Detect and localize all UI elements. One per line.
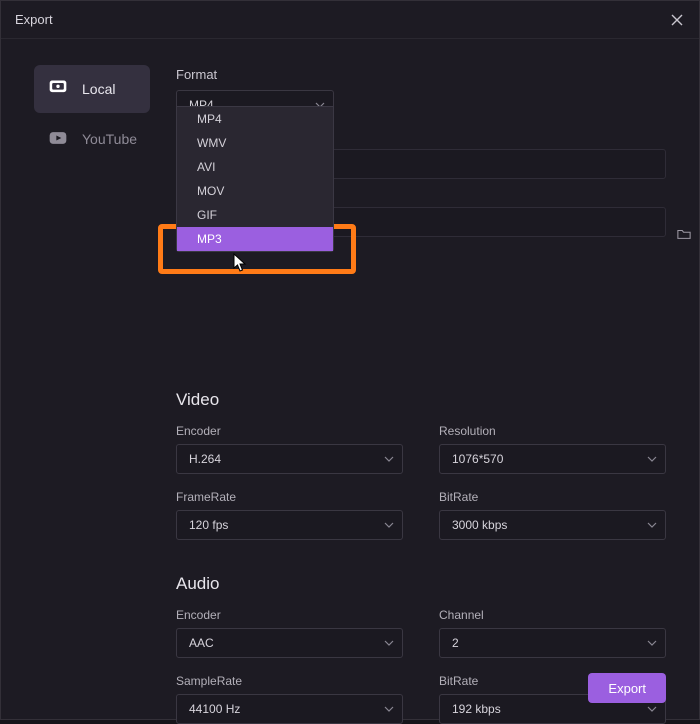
bitrate-label: BitRate bbox=[439, 490, 666, 504]
export-dialog: Export Local YouTube Format bbox=[0, 0, 700, 720]
audio-channel-value: 2 bbox=[452, 636, 459, 650]
chevron-down-icon bbox=[384, 454, 394, 464]
format-option-avi[interactable]: AVI bbox=[177, 155, 333, 179]
video-encoder-select[interactable]: H.264 bbox=[176, 444, 403, 474]
samplerate-label: SampleRate bbox=[176, 674, 403, 688]
close-icon[interactable] bbox=[669, 12, 685, 28]
chevron-down-icon bbox=[384, 704, 394, 714]
titlebar: Export bbox=[1, 1, 699, 39]
chevron-down-icon bbox=[647, 520, 657, 530]
video-framerate-select[interactable]: 120 fps bbox=[176, 510, 403, 540]
chevron-down-icon bbox=[647, 638, 657, 648]
channel-label: Channel bbox=[439, 608, 666, 622]
export-button[interactable]: Export bbox=[588, 673, 666, 703]
encoder-label: Encoder bbox=[176, 424, 403, 438]
audio-section-title: Audio bbox=[176, 574, 666, 594]
main-panel: Format MP4 MP4 WMV AVI MOV GIF MP3 bbox=[176, 39, 699, 719]
audio-encoder-value: AAC bbox=[189, 636, 214, 650]
resolution-label: Resolution bbox=[439, 424, 666, 438]
video-encoder-value: H.264 bbox=[189, 452, 221, 466]
video-resolution-value: 1076*570 bbox=[452, 452, 503, 466]
monitor-icon bbox=[48, 78, 68, 101]
sidebar-item-youtube[interactable]: YouTube bbox=[34, 115, 150, 163]
video-bitrate-value: 3000 kbps bbox=[452, 518, 507, 532]
video-resolution-select[interactable]: 1076*570 bbox=[439, 444, 666, 474]
audio-encoder-select[interactable]: AAC bbox=[176, 628, 403, 658]
format-option-mp3[interactable]: MP3 bbox=[177, 227, 333, 251]
video-bitrate-select[interactable]: 3000 kbps bbox=[439, 510, 666, 540]
audio-encoder-label: Encoder bbox=[176, 608, 403, 622]
sidebar: Local YouTube bbox=[1, 39, 176, 719]
format-dropdown: MP4 WMV AVI MOV GIF MP3 bbox=[176, 106, 334, 252]
chevron-down-icon bbox=[647, 454, 657, 464]
chevron-down-icon bbox=[384, 638, 394, 648]
format-option-gif[interactable]: GIF bbox=[177, 203, 333, 227]
cursor-pointer-icon bbox=[233, 253, 247, 273]
format-option-wmv[interactable]: WMV bbox=[177, 131, 333, 155]
sidebar-item-label: Local bbox=[82, 81, 115, 97]
audio-bitrate-value: 192 kbps bbox=[452, 702, 501, 716]
audio-samplerate-value: 44100 Hz bbox=[189, 702, 240, 716]
format-option-mov[interactable]: MOV bbox=[177, 179, 333, 203]
framerate-label: FrameRate bbox=[176, 490, 403, 504]
youtube-icon bbox=[48, 128, 68, 151]
video-section-title: Video bbox=[176, 390, 666, 410]
format-label: Format bbox=[176, 67, 666, 82]
format-option-mp4[interactable]: MP4 bbox=[177, 107, 333, 131]
audio-channel-select[interactable]: 2 bbox=[439, 628, 666, 658]
chevron-down-icon bbox=[384, 520, 394, 530]
sidebar-item-label: YouTube bbox=[82, 131, 137, 147]
window-title: Export bbox=[15, 12, 53, 27]
sidebar-item-local[interactable]: Local bbox=[34, 65, 150, 113]
folder-icon[interactable] bbox=[677, 227, 691, 241]
video-framerate-value: 120 fps bbox=[189, 518, 228, 532]
chevron-down-icon bbox=[647, 704, 657, 714]
